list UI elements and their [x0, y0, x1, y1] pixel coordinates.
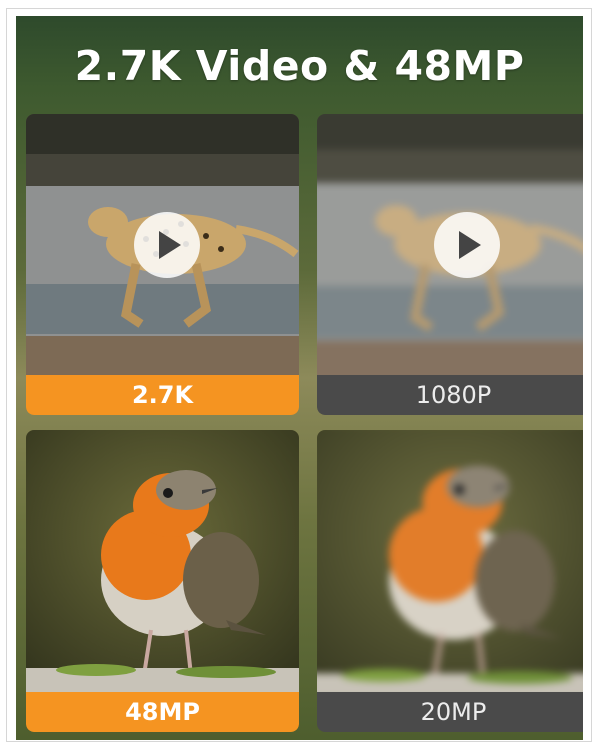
card-photo-high-res: 48MP [26, 430, 299, 732]
play-icon[interactable] [134, 212, 200, 278]
resolution-label: 20MP [317, 692, 583, 732]
card-video-low-res: 1080P [317, 114, 583, 415]
card-video-high-res: 2.7K [26, 114, 299, 415]
banner-title: 2.7K Video & 48MP [74, 42, 525, 90]
resolution-label: 2.7K [26, 375, 299, 415]
play-icon[interactable] [434, 212, 500, 278]
resolution-label: 48MP [26, 692, 299, 732]
robin-image-blurred [317, 430, 583, 692]
resolution-label: 1080P [317, 375, 583, 415]
robin-image [26, 430, 299, 692]
comparison-banner: 2.7K Video & 48MP 2.7K 1080P 48MP 20MP [16, 16, 583, 740]
card-photo-low-res: 20MP [317, 430, 583, 732]
